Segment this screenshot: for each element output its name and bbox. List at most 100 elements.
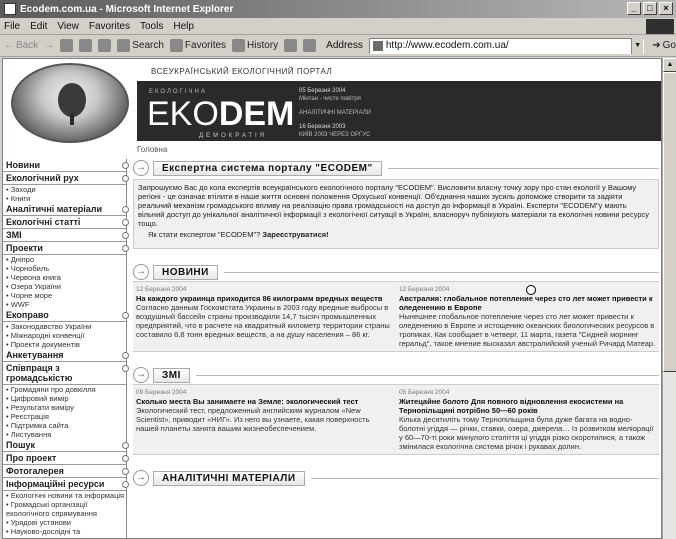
news-section-title[interactable]: НОВИНИ xyxy=(153,264,218,280)
logo-bold: DEM xyxy=(218,95,295,133)
sidebar-item[interactable]: Книги xyxy=(3,194,126,203)
sidebar-section[interactable]: Проекти xyxy=(3,242,129,255)
page-icon xyxy=(372,40,383,51)
toolbar: ← Back → Search Favorites History Addres… xyxy=(0,35,676,57)
news-title-link[interactable]: Австралия: глобальное потепление через с… xyxy=(399,294,656,312)
favorites-button[interactable]: Favorites xyxy=(169,39,227,52)
menu-view[interactable]: View xyxy=(57,21,79,32)
chevron-down-icon[interactable]: ▼ xyxy=(631,37,644,54)
stop-button[interactable] xyxy=(60,39,74,52)
refresh-button[interactable] xyxy=(79,39,93,52)
address-bar[interactable]: http://www.ecodem.com.ua/ ▼ xyxy=(368,37,645,54)
arrow-right-icon: → xyxy=(133,264,149,280)
banner-news-1[interactable]: 05 Березня 2004 Мінтан - чисте повітря xyxy=(299,87,361,103)
sidebar-section[interactable]: Новини xyxy=(3,159,129,172)
zmi-section-title[interactable]: ЗМІ xyxy=(153,367,190,383)
sidebar-item[interactable]: Законодавство України xyxy=(3,322,126,331)
sidebar-section[interactable]: ЗМІ xyxy=(3,229,129,242)
expert-section-title: Експертна система порталу "ECODEM" xyxy=(153,160,382,176)
sidebar-section[interactable]: Пошук xyxy=(3,439,129,452)
history-icon xyxy=(232,39,246,52)
go-button[interactable]: ➔ Go xyxy=(652,40,676,51)
sidebar-item[interactable]: Цифровий вимір xyxy=(3,394,126,403)
sidebar-item[interactable]: Заходи xyxy=(3,185,126,194)
history-button[interactable]: History xyxy=(232,39,278,52)
sidebar-item[interactable]: Чорне море xyxy=(3,291,126,300)
analytic-section-title[interactable]: АНАЛІТИЧНІ МАТЕРІАЛИ xyxy=(153,470,305,486)
arrow-right-icon: → xyxy=(133,470,149,486)
refresh-icon xyxy=(79,39,93,52)
close-button[interactable]: × xyxy=(659,2,673,15)
sidebar-section[interactable]: Про проект xyxy=(3,452,129,465)
mail-icon xyxy=(284,39,298,52)
mail-button[interactable] xyxy=(284,39,298,52)
menu-edit[interactable]: Edit xyxy=(30,21,47,32)
window-titlebar: Ecodem.com.ua - Microsoft Internet Explo… xyxy=(0,0,676,18)
menu-file[interactable]: File xyxy=(4,21,20,32)
search-button[interactable]: Search xyxy=(117,39,164,52)
sidebar-section[interactable]: Анкетування xyxy=(3,349,129,362)
sidebar-item[interactable]: Листування xyxy=(3,430,126,439)
logo-sub-text: ДЕМОКРАТІЯ xyxy=(199,133,268,139)
forward-button[interactable]: → xyxy=(44,40,54,51)
banner-news-2[interactable]: 16 Березня 2003 КИЇВ 2003 ЧЕРЕЗ ОРГУС xyxy=(299,123,370,139)
news-title-link[interactable]: На каждого украинца приходится 86 килогр… xyxy=(136,294,393,303)
divider xyxy=(310,477,659,479)
favorites-label: Favorites xyxy=(184,40,227,51)
sidebar-item[interactable]: Громадяни про довкілля xyxy=(3,385,126,394)
zmi-body: Экологический тест, предложенный английс… xyxy=(136,406,370,433)
news-item: 12 Березня 2004 Австралия: глобальное по… xyxy=(399,285,656,348)
menu-favorites[interactable]: Favorites xyxy=(89,21,130,32)
logo-wordmark[interactable]: EKODEM xyxy=(147,95,294,134)
sidebar-item[interactable]: Проекти документів xyxy=(3,340,126,349)
breadcrumb[interactable]: Головна xyxy=(137,145,167,154)
banner-analytic[interactable]: АНАЛІТИЧНІ МАТЕРІАЛИ xyxy=(299,109,371,117)
menu-tools[interactable]: Tools xyxy=(140,21,163,32)
sidebar-item[interactable]: Міжнародні конвенції xyxy=(3,331,126,340)
zmi-title-link[interactable]: Житецайне болото Для повного відновлення… xyxy=(399,397,656,415)
print-button[interactable] xyxy=(303,39,317,52)
sidebar-item[interactable]: Чорнобиль xyxy=(3,264,126,273)
tree-icon xyxy=(58,83,86,117)
address-url[interactable]: http://www.ecodem.com.ua/ xyxy=(386,40,509,51)
history-label: History xyxy=(247,40,279,51)
sidebar-item[interactable]: Результати виміру xyxy=(3,403,126,412)
menu-bar: File Edit View Favorites Tools Help xyxy=(0,18,676,35)
sidebar-item[interactable]: Науково-дослідні та xyxy=(3,527,126,536)
news-date: 12 Березня 2004 xyxy=(136,286,187,293)
sidebar-item[interactable]: Підтримка сайта xyxy=(3,421,126,430)
scroll-up-icon[interactable]: ▲ xyxy=(663,58,676,72)
sidebar-item[interactable]: Урядові установи xyxy=(3,518,126,527)
menu-help[interactable]: Help xyxy=(173,21,194,32)
sidebar-item[interactable]: WWF xyxy=(3,300,126,309)
tree-trunk xyxy=(70,113,74,125)
zmi-title-link[interactable]: Сколько места Вы занимаете на Земле: эко… xyxy=(136,397,393,406)
sidebar-section[interactable]: Фотогалерея xyxy=(3,465,129,478)
register-link[interactable]: Зареєструватися! xyxy=(262,230,328,239)
home-button[interactable] xyxy=(98,39,112,52)
site-logo-globe[interactable] xyxy=(11,63,129,143)
scroll-thumb[interactable] xyxy=(663,72,676,372)
back-button[interactable]: ← Back xyxy=(4,40,38,51)
sidebar-section[interactable]: Інформаційні ресурси xyxy=(3,478,129,491)
banner-news-2-date: 16 Березня 2003 xyxy=(299,124,346,130)
sidebar-section[interactable]: Аналітичні матеріали xyxy=(3,203,129,216)
sidebar-item[interactable]: Громадські організації екологічного спря… xyxy=(3,500,126,518)
maximize-button[interactable]: □ xyxy=(643,2,657,15)
go-arrow-icon: ➔ xyxy=(652,40,661,51)
expert-body: Запрошуємо Вас до кола експертів всеукра… xyxy=(138,183,650,228)
sidebar-item[interactable]: Червона книга xyxy=(3,273,126,282)
sidebar-item[interactable]: Екологічні новини та інформація xyxy=(3,491,126,500)
sidebar-section[interactable]: Екологічний рух xyxy=(3,172,129,185)
news-body: Согласно данным Госкомстата Украины в 20… xyxy=(136,303,390,339)
sidebar-section[interactable]: Екоправо xyxy=(3,309,129,322)
zmi-item: 05 Березня 2004 Житецайне болото Для пов… xyxy=(399,388,656,451)
sidebar-item[interactable]: Дніпро xyxy=(3,255,126,264)
sidebar-item[interactable]: Озера України xyxy=(3,282,126,291)
minimize-button[interactable]: _ xyxy=(627,2,641,15)
sidebar-section[interactable]: Співпраця з громадськістю xyxy=(3,362,129,385)
sidebar-item[interactable]: Реєстрація xyxy=(3,412,126,421)
sidebar-section[interactable]: Екологічні статті xyxy=(3,216,129,229)
vertical-scrollbar[interactable]: ▲ xyxy=(662,58,676,539)
go-label: Go xyxy=(662,40,676,51)
